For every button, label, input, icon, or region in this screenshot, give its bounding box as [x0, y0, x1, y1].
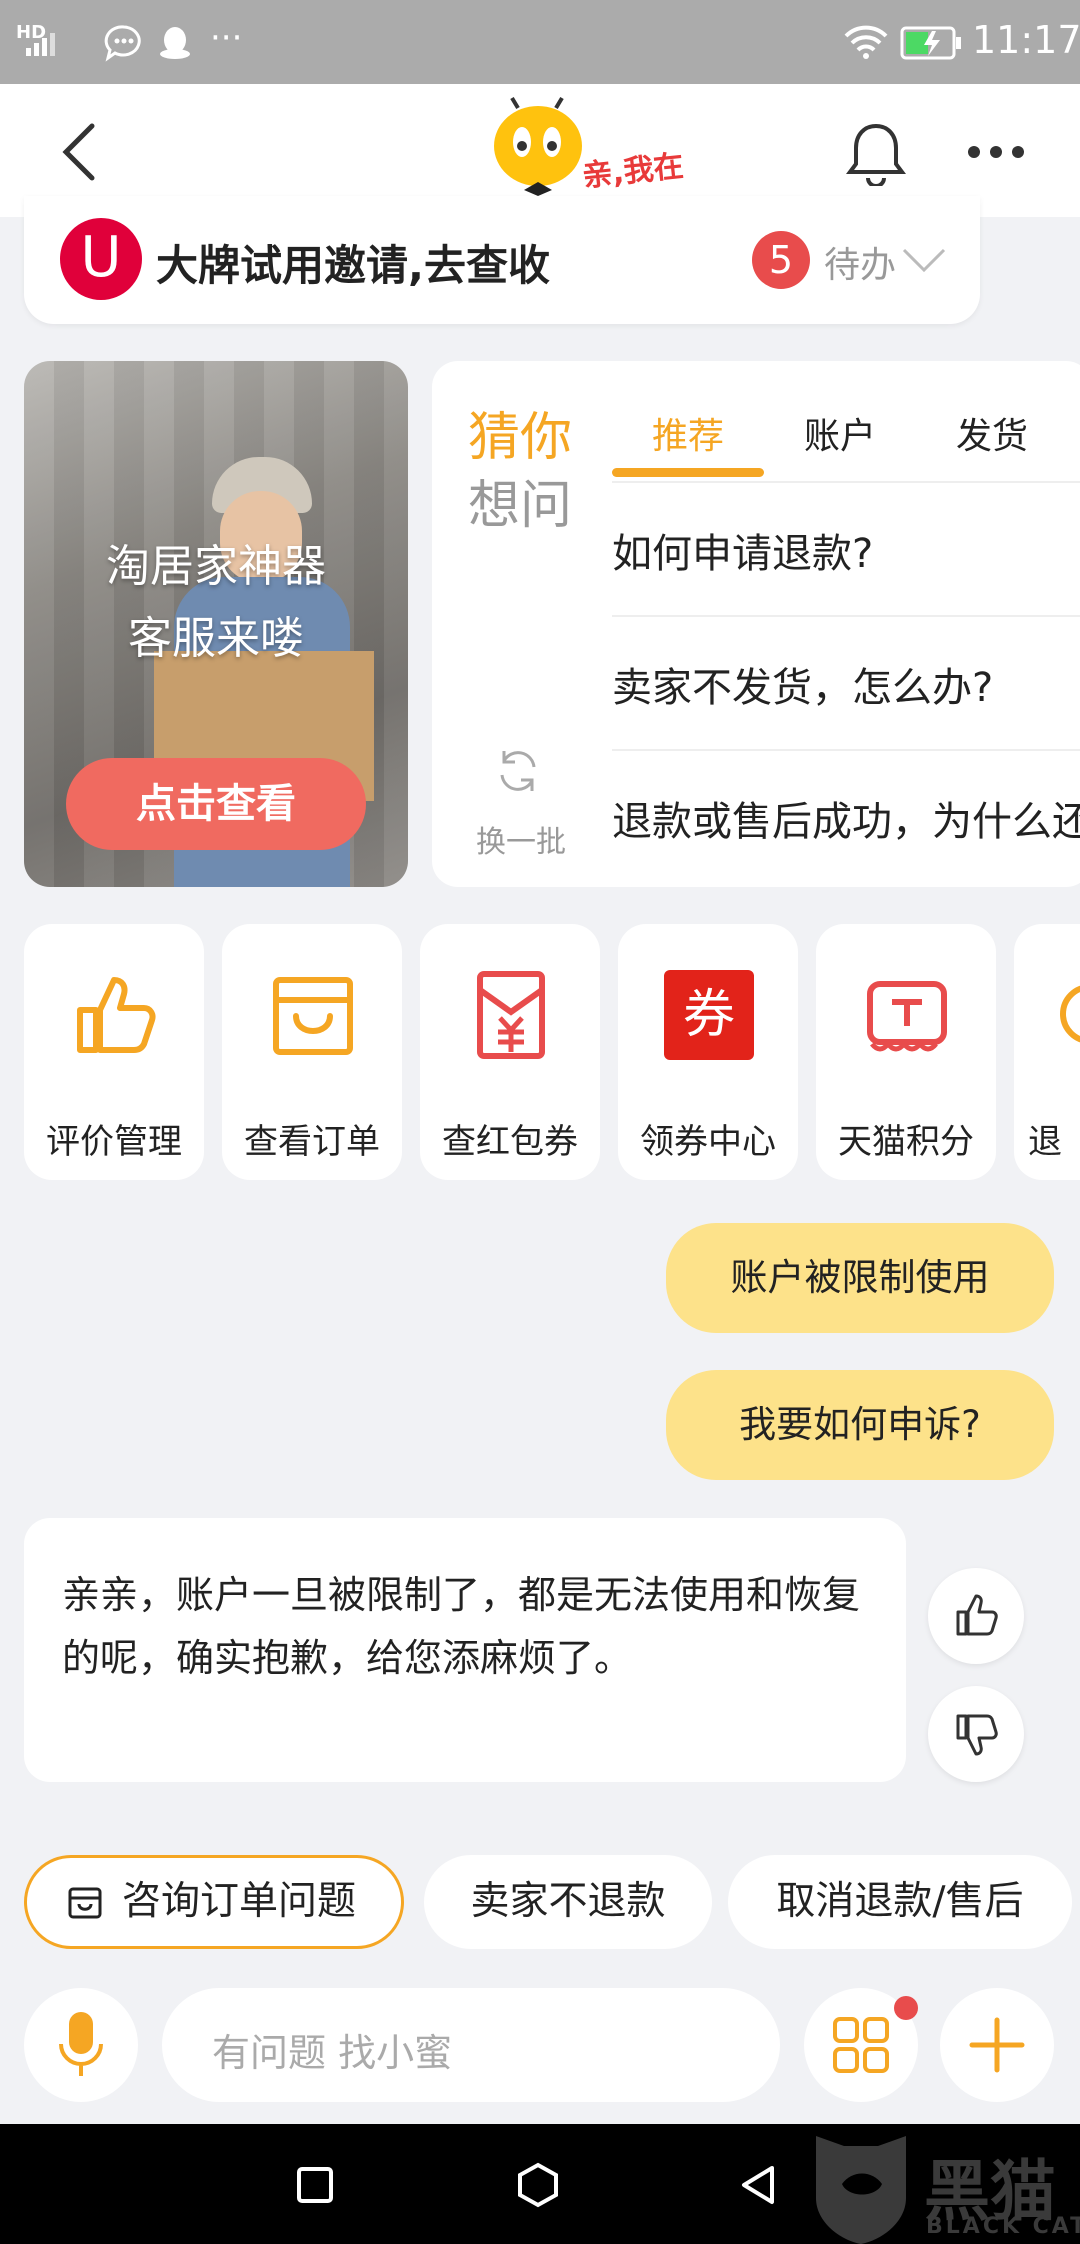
quick-reply-label: 咨询订单问题 — [121, 1879, 356, 1924]
input-bar: 有问题 找小蜜 — [0, 1970, 1080, 2124]
refund-icon — [1060, 984, 1080, 1044]
faq-title-line-2: 想问 — [468, 476, 573, 536]
message-input[interactable]: 有问题 找小蜜 — [162, 1988, 780, 2102]
home-icon[interactable] — [516, 2162, 560, 2208]
active-tab-indicator — [612, 468, 764, 477]
todo-label[interactable]: 待办 — [824, 236, 896, 288]
battery-icon — [900, 26, 961, 60]
todo-badge: 5 — [752, 231, 810, 289]
coupon-icon: 券 — [664, 970, 754, 1060]
microphone-icon — [59, 2012, 103, 2076]
voice-button[interactable] — [24, 1988, 138, 2102]
logo-text: 亲,我在 — [580, 148, 686, 195]
system-nav-bar: 黑猫 BLACK CAT — [0, 2124, 1080, 2244]
notice-text: 大牌试用邀请,去查收 — [156, 241, 550, 290]
red-packet-icon — [477, 971, 545, 1059]
faq-card: 猜你 想问 换一批 推荐 账户 发货 如何申请退款? 卖家不发货，怎么办? 退款… — [432, 361, 1080, 887]
signal-icon — [26, 33, 55, 56]
order-icon — [68, 1887, 102, 1919]
shortcut-red-packet[interactable]: 查红包券 — [420, 924, 600, 1180]
status-bar: HD ··· 11:17 — [0, 0, 1080, 84]
black-cat-logo — [816, 2136, 906, 2244]
thumbs-up-icon — [956, 1594, 998, 1636]
more-icon[interactable] — [966, 142, 1026, 162]
faq-divider — [612, 749, 1080, 751]
shortcut-label: 天猫积分 — [838, 1122, 974, 1162]
like-button[interactable] — [928, 1568, 1024, 1664]
faq-question-1[interactable]: 如何申请退款? — [612, 521, 873, 579]
plus-icon — [969, 2017, 1025, 2073]
wifi-icon — [844, 25, 888, 59]
shortcut-tmall-points[interactable]: 天猫积分 — [816, 924, 996, 1180]
user-message: 账户被限制使用 — [666, 1223, 1054, 1333]
chevron-down-icon[interactable] — [900, 244, 948, 276]
user-message: 我要如何申诉? — [666, 1370, 1054, 1480]
bot-reply: 亲亲，账户一旦被限制了，都是无法使用和恢复的呢，确实抱歉，给您添麻烦了。 — [24, 1518, 906, 1782]
message-icon — [104, 25, 141, 62]
promo-card[interactable]: 淘居家神器 客服来喽 点击查看 — [24, 361, 408, 887]
shortcut-label: 查看订单 — [244, 1122, 380, 1162]
shortcut-view-orders[interactable]: 查看订单 — [222, 924, 402, 1180]
grid-icon — [833, 2017, 889, 2073]
faq-question-3[interactable]: 退款或售后成功，为什么还 — [612, 789, 1080, 847]
mascot-icon — [494, 96, 582, 196]
promo-line-1: 淘居家神器 — [106, 541, 326, 592]
dislike-button[interactable] — [928, 1686, 1024, 1782]
promo-text: 淘居家神器 客服来喽 — [24, 531, 408, 675]
tab-shipping[interactable]: 发货 — [956, 407, 1028, 459]
faq-divider — [612, 615, 1080, 617]
shortcut-coupon-center[interactable]: 券 领券中心 — [618, 924, 798, 1180]
quick-reply-cancel-refund[interactable]: 取消退款/售后 — [728, 1855, 1072, 1949]
tab-account[interactable]: 账户 — [804, 407, 876, 459]
quick-reply-no-refund[interactable]: 卖家不退款 — [424, 1855, 712, 1949]
tab-recommend[interactable]: 推荐 — [652, 407, 724, 459]
back-nav-icon[interactable] — [738, 2164, 778, 2206]
thumbs-down-icon — [956, 1714, 998, 1756]
apps-button[interactable] — [804, 1988, 918, 2102]
shortcut-label: 查红包券 — [442, 1122, 578, 1162]
app-logo: 亲,我在 — [488, 94, 688, 204]
faq-title-line-1: 猜你 — [468, 408, 573, 468]
shopping-bag-icon — [273, 977, 353, 1055]
shortcut-refund[interactable]: 退 — [1014, 924, 1080, 1180]
tmall-icon — [867, 981, 947, 1052]
more-notifications-icon: ··· — [210, 18, 243, 58]
red-dot-badge — [894, 1996, 918, 2020]
clock: 11:17 — [972, 18, 1080, 62]
back-icon[interactable] — [58, 120, 102, 184]
quick-reply-order-question[interactable]: 咨询订单问题 — [24, 1855, 404, 1949]
notice-banner[interactable]: U 大牌试用邀请,去查收 5 待办 — [24, 196, 980, 324]
shortcut-label: 退 — [1028, 1122, 1062, 1162]
add-button[interactable] — [940, 1988, 1054, 2102]
recent-apps-icon[interactable] — [296, 2166, 334, 2204]
thumbs-up-icon — [77, 977, 156, 1053]
shortcut-label: 评价管理 — [46, 1122, 182, 1162]
qq-icon — [160, 27, 190, 59]
view-button[interactable]: 点击查看 — [66, 758, 366, 850]
promo-line-2: 客服来喽 — [128, 613, 304, 664]
refresh-label[interactable]: 换一批 — [476, 817, 566, 861]
watermark-subtext: BLACK CAT — [926, 2214, 1080, 2239]
input-placeholder: 有问题 找小蜜 — [212, 2031, 453, 2075]
tab-divider — [612, 481, 1080, 483]
bell-icon[interactable] — [846, 120, 906, 186]
brand-u-icon: U — [60, 218, 142, 300]
shortcut-review-management[interactable]: 评价管理 — [24, 924, 204, 1180]
faq-question-2[interactable]: 卖家不发货，怎么办? — [612, 655, 993, 713]
refresh-icon[interactable] — [494, 747, 542, 795]
shortcut-label: 领券中心 — [640, 1122, 776, 1162]
